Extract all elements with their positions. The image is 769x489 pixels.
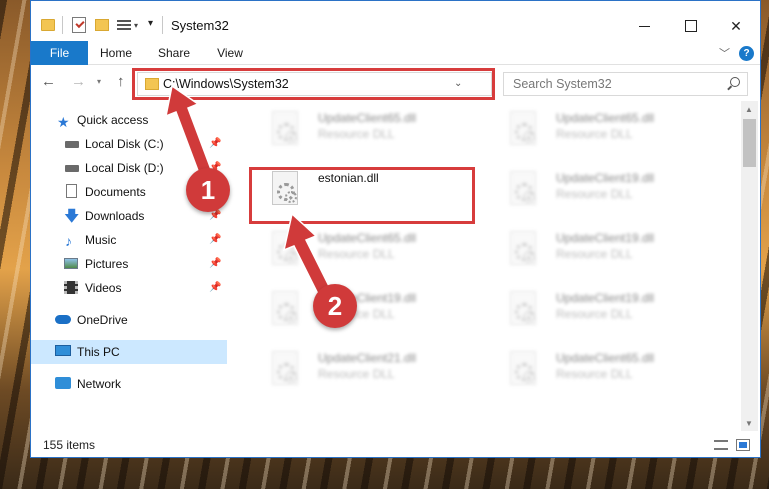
callout-badge-1: 1 — [186, 168, 230, 212]
callout-arrows — [164, 84, 334, 300]
callout-badge-2: 2 — [313, 284, 357, 328]
arrow-1 — [164, 84, 213, 177]
